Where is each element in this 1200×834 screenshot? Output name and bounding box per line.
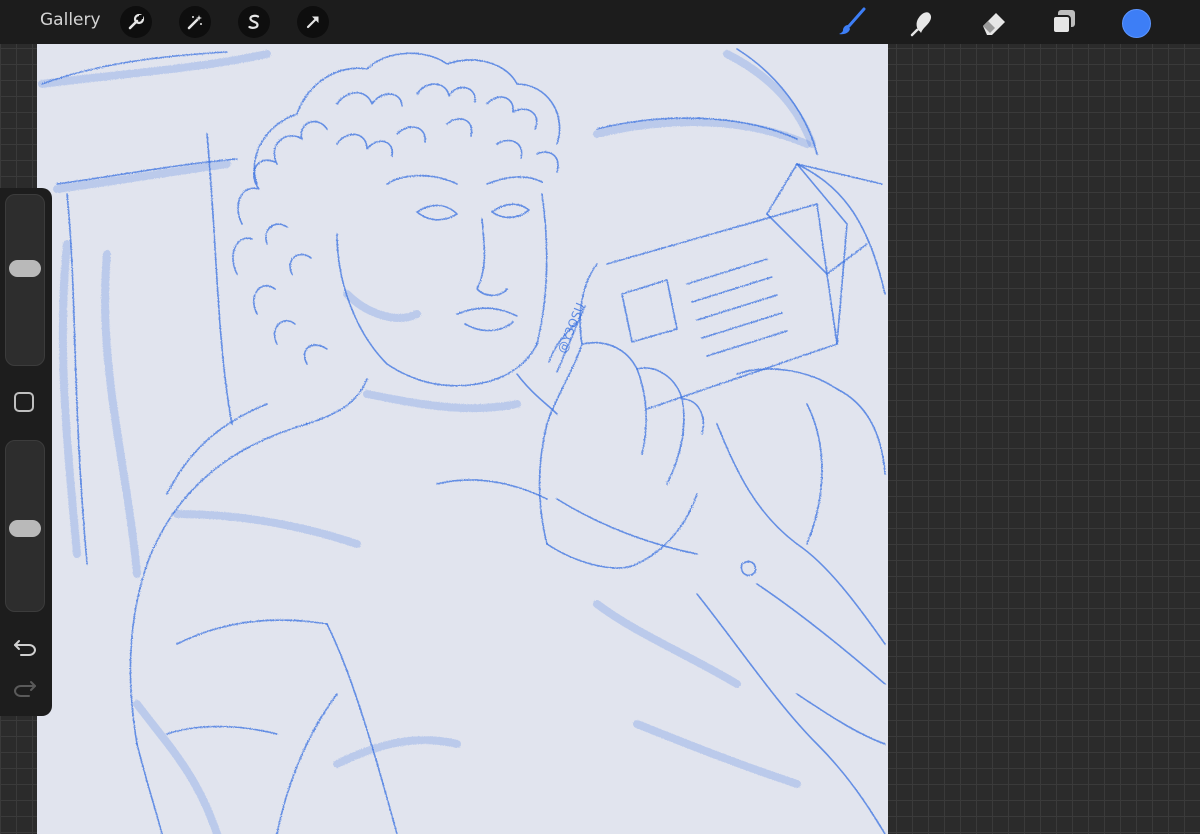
- smudge-tool-button[interactable]: [906, 6, 938, 38]
- wrench-icon: [128, 13, 145, 30]
- layers-button[interactable]: [1048, 6, 1080, 38]
- actions-button[interactable]: [120, 6, 152, 38]
- transform-button[interactable]: [297, 6, 329, 38]
- redo-icon[interactable]: [13, 678, 37, 698]
- layers-icon: [1052, 10, 1075, 34]
- gallery-button[interactable]: Gallery: [40, 10, 101, 30]
- sketch-artwork: @Y3OSU: [38, 48, 886, 834]
- opacity-slider[interactable]: [5, 440, 45, 612]
- eraser-tool-button[interactable]: [978, 6, 1010, 38]
- selection-button[interactable]: [238, 6, 270, 38]
- brush-size-slider-thumb[interactable]: [9, 259, 41, 277]
- modify-button[interactable]: [14, 392, 34, 412]
- undo-icon[interactable]: [13, 637, 37, 657]
- drawing-canvas[interactable]: @Y3OSU: [37, 44, 888, 834]
- left-sidebar: [0, 188, 52, 716]
- transform-arrow-icon: [306, 16, 319, 29]
- magic-wand-icon: [187, 15, 202, 30]
- adjustments-button[interactable]: [179, 6, 211, 38]
- artist-signature: @Y3OSU: [555, 301, 588, 355]
- brush-tool-button[interactable]: [836, 6, 868, 38]
- color-picker-button[interactable]: [1122, 9, 1151, 38]
- selection-s-icon: [248, 14, 260, 29]
- opacity-slider-thumb[interactable]: [9, 520, 41, 538]
- brush-icon: [839, 7, 866, 35]
- smudge-icon: [910, 12, 932, 37]
- eraser-icon: [983, 13, 1005, 35]
- top-toolbar: Gallery: [0, 0, 1200, 44]
- brush-size-slider[interactable]: [5, 194, 45, 366]
